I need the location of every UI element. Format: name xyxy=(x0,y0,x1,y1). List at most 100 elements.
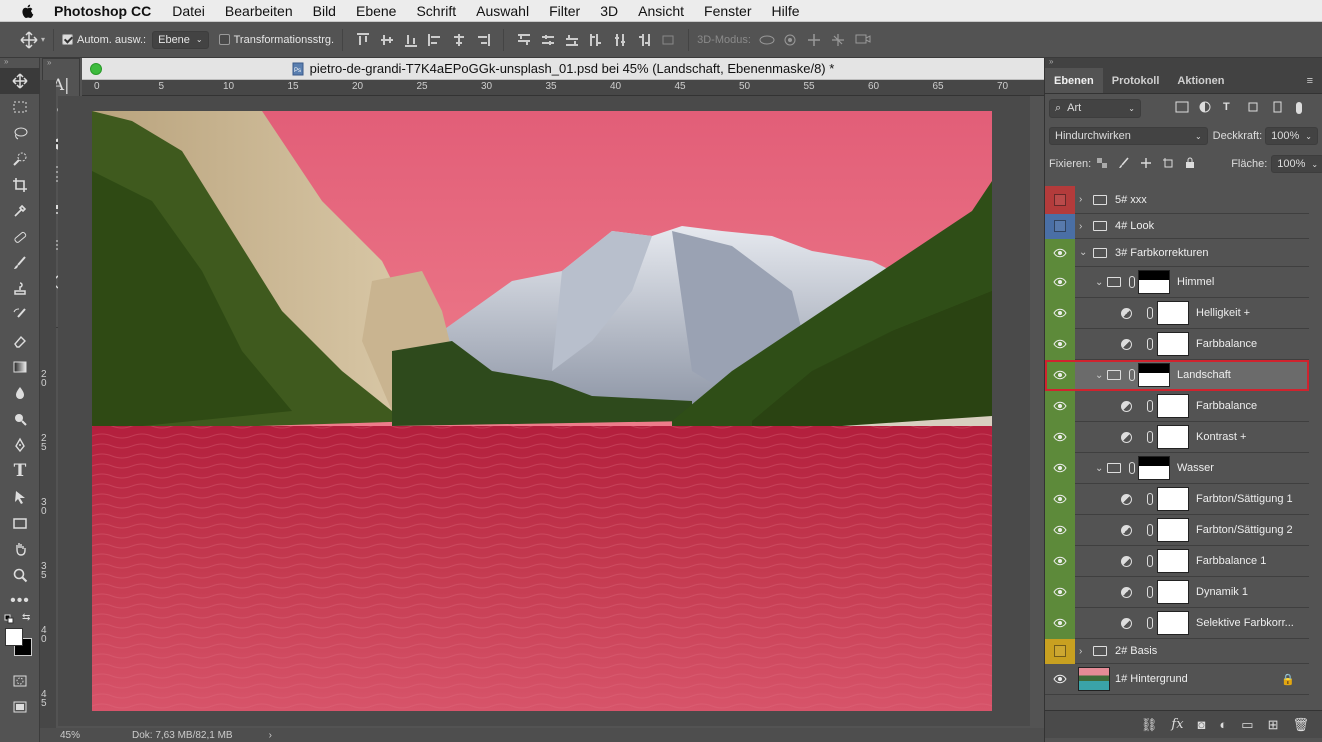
roll-3d-icon[interactable] xyxy=(783,33,797,47)
expand-chevron-icon[interactable]: ⌄ xyxy=(1095,277,1103,288)
lock-position-icon[interactable] xyxy=(1140,157,1152,171)
auto-select-checkbox[interactable] xyxy=(62,34,74,45)
expand-chevron-icon[interactable]: ⌄ xyxy=(1095,370,1103,381)
layer-row[interactable]: › 5# xxx xyxy=(1045,185,1309,214)
apple-icon[interactable] xyxy=(20,3,36,19)
fill-field[interactable]: 100% ⌄ xyxy=(1271,155,1322,173)
hand-tool[interactable] xyxy=(0,536,40,562)
menu-ansicht[interactable]: Ansicht xyxy=(638,3,684,19)
lock-transparent-icon[interactable] xyxy=(1096,157,1108,171)
rotate-3d-icon[interactable] xyxy=(759,33,775,47)
expand-chevron-icon[interactable]: ⌄ xyxy=(1095,463,1103,474)
clone-stamp-tool[interactable] xyxy=(0,276,40,302)
layer-row[interactable]: Dynamik 1 xyxy=(1045,576,1309,608)
visibility-toggle[interactable] xyxy=(1045,483,1075,515)
pan-3d-icon[interactable] xyxy=(807,33,821,47)
mask-link-icon[interactable] xyxy=(1147,493,1153,505)
pen-tool[interactable] xyxy=(0,432,40,458)
tab-ebenen[interactable]: Ebenen xyxy=(1045,68,1103,93)
distribute-right-icon[interactable] xyxy=(637,33,651,47)
menu-datei[interactable]: Datei xyxy=(172,3,205,19)
menu-schrift[interactable]: Schrift xyxy=(416,3,456,19)
layer-row[interactable]: Helligkeit + xyxy=(1045,297,1309,329)
layer-row[interactable]: ⌄ Wasser xyxy=(1045,452,1309,484)
visibility-toggle[interactable] xyxy=(1045,390,1075,422)
layer-row[interactable]: Selektive Farbkorr... xyxy=(1045,607,1309,639)
quick-select-tool[interactable] xyxy=(0,146,40,172)
history-brush-tool[interactable] xyxy=(0,302,40,328)
blur-tool[interactable] xyxy=(0,380,40,406)
mask-thumbnail[interactable] xyxy=(1157,425,1189,449)
lock-all-icon[interactable] xyxy=(1184,157,1196,171)
mask-thumbnail[interactable] xyxy=(1157,518,1189,542)
marquee-tool[interactable] xyxy=(0,94,40,120)
screen-mode-button[interactable] xyxy=(0,694,40,720)
visibility-toggle[interactable] xyxy=(1045,664,1075,695)
align-hcenter-icon[interactable] xyxy=(452,33,466,47)
document-image[interactable] xyxy=(92,111,992,711)
layer-row[interactable]: Farbbalance xyxy=(1045,328,1309,360)
menu-ebene[interactable]: Ebene xyxy=(356,3,396,19)
mask-thumbnail[interactable] xyxy=(1157,580,1189,604)
menu-auswahl[interactable]: Auswahl xyxy=(476,3,529,19)
layer-row[interactable]: Farbton/Sättigung 1 xyxy=(1045,483,1309,515)
filter-kind-dropdown[interactable]: ⌕ Art ⌄ xyxy=(1049,98,1141,118)
layer-row[interactable]: ⌄ 3# Farbkorrekturen xyxy=(1045,238,1309,267)
visibility-toggle[interactable] xyxy=(1045,213,1075,239)
distribute-vcenter-icon[interactable] xyxy=(541,33,555,47)
visibility-toggle[interactable] xyxy=(1045,545,1075,577)
mask-thumbnail[interactable] xyxy=(1157,611,1189,635)
collapse-arrows-icon[interactable]: » xyxy=(43,59,79,69)
mask-link-icon[interactable] xyxy=(1147,586,1153,598)
crop-tool[interactable] xyxy=(0,172,40,198)
zoom-tool[interactable] xyxy=(0,562,40,588)
foreground-color-swatch[interactable] xyxy=(5,628,23,646)
transform-checkbox[interactable] xyxy=(218,34,230,45)
menu-fenster[interactable]: Fenster xyxy=(704,3,751,19)
distribute-hcenter-icon[interactable] xyxy=(613,33,627,47)
visibility-toggle[interactable] xyxy=(1045,607,1075,639)
visibility-toggle[interactable] xyxy=(1045,328,1075,360)
window-zoom-button[interactable] xyxy=(90,63,102,75)
align-vcenter-icon[interactable] xyxy=(380,33,394,47)
link-layers-icon[interactable]: ⛓ xyxy=(1141,717,1158,733)
gradient-tool[interactable] xyxy=(0,354,40,380)
collapse-arrows-icon[interactable]: » xyxy=(1045,58,1322,68)
menu-filter[interactable]: Filter xyxy=(549,3,580,19)
layer-row[interactable]: ⌄ Landschaft xyxy=(1045,359,1309,391)
menu-bearbeiten[interactable]: Bearbeiten xyxy=(225,3,293,19)
add-mask-icon[interactable]: ◙ xyxy=(1198,717,1206,732)
align-right-icon[interactable] xyxy=(476,33,491,47)
collapse-arrows-icon[interactable]: » xyxy=(0,58,39,68)
mask-link-icon[interactable] xyxy=(1147,431,1153,443)
layer-row[interactable]: Farbbalance xyxy=(1045,390,1309,422)
visibility-toggle[interactable] xyxy=(1045,514,1075,546)
rectangle-tool[interactable] xyxy=(0,510,40,536)
new-adjustment-icon[interactable]: ◐ xyxy=(1219,717,1227,732)
distribute-left-icon[interactable] xyxy=(589,33,603,47)
brush-tool[interactable] xyxy=(0,250,40,276)
layer-thumbnail[interactable] xyxy=(1078,667,1110,691)
lock-artboard-icon[interactable] xyxy=(1162,157,1174,171)
layer-row[interactable]: 🔒 1# Hintergrund xyxy=(1045,664,1309,695)
distribute-bottom-icon[interactable] xyxy=(565,33,579,47)
filter-toggle[interactable] xyxy=(1296,102,1302,114)
camera-3d-icon[interactable] xyxy=(855,33,871,47)
visibility-toggle[interactable] xyxy=(1045,185,1075,214)
mask-link-icon[interactable] xyxy=(1147,400,1153,412)
status-menu-chevron-icon[interactable]: › xyxy=(269,730,272,741)
mask-thumbnail[interactable] xyxy=(1157,487,1189,511)
default-colors-icon[interactable] xyxy=(4,614,14,624)
expand-chevron-icon[interactable]: › xyxy=(1079,221,1082,232)
fx-icon[interactable]: fx xyxy=(1171,717,1183,732)
move-tool[interactable] xyxy=(0,68,40,94)
mask-thumbnail[interactable] xyxy=(1157,332,1189,356)
mask-thumbnail[interactable] xyxy=(1157,394,1189,418)
tool-preset-chevron-icon[interactable]: ▾ xyxy=(41,35,45,44)
new-group-icon[interactable]: ▭ xyxy=(1241,717,1253,733)
tab-protokoll[interactable]: Protokoll xyxy=(1103,68,1169,93)
tab-aktionen[interactable]: Aktionen xyxy=(1168,68,1233,93)
mask-link-icon[interactable] xyxy=(1129,369,1135,381)
filter-adjustment-icon[interactable] xyxy=(1199,101,1213,115)
align-top-icon[interactable] xyxy=(356,32,370,47)
